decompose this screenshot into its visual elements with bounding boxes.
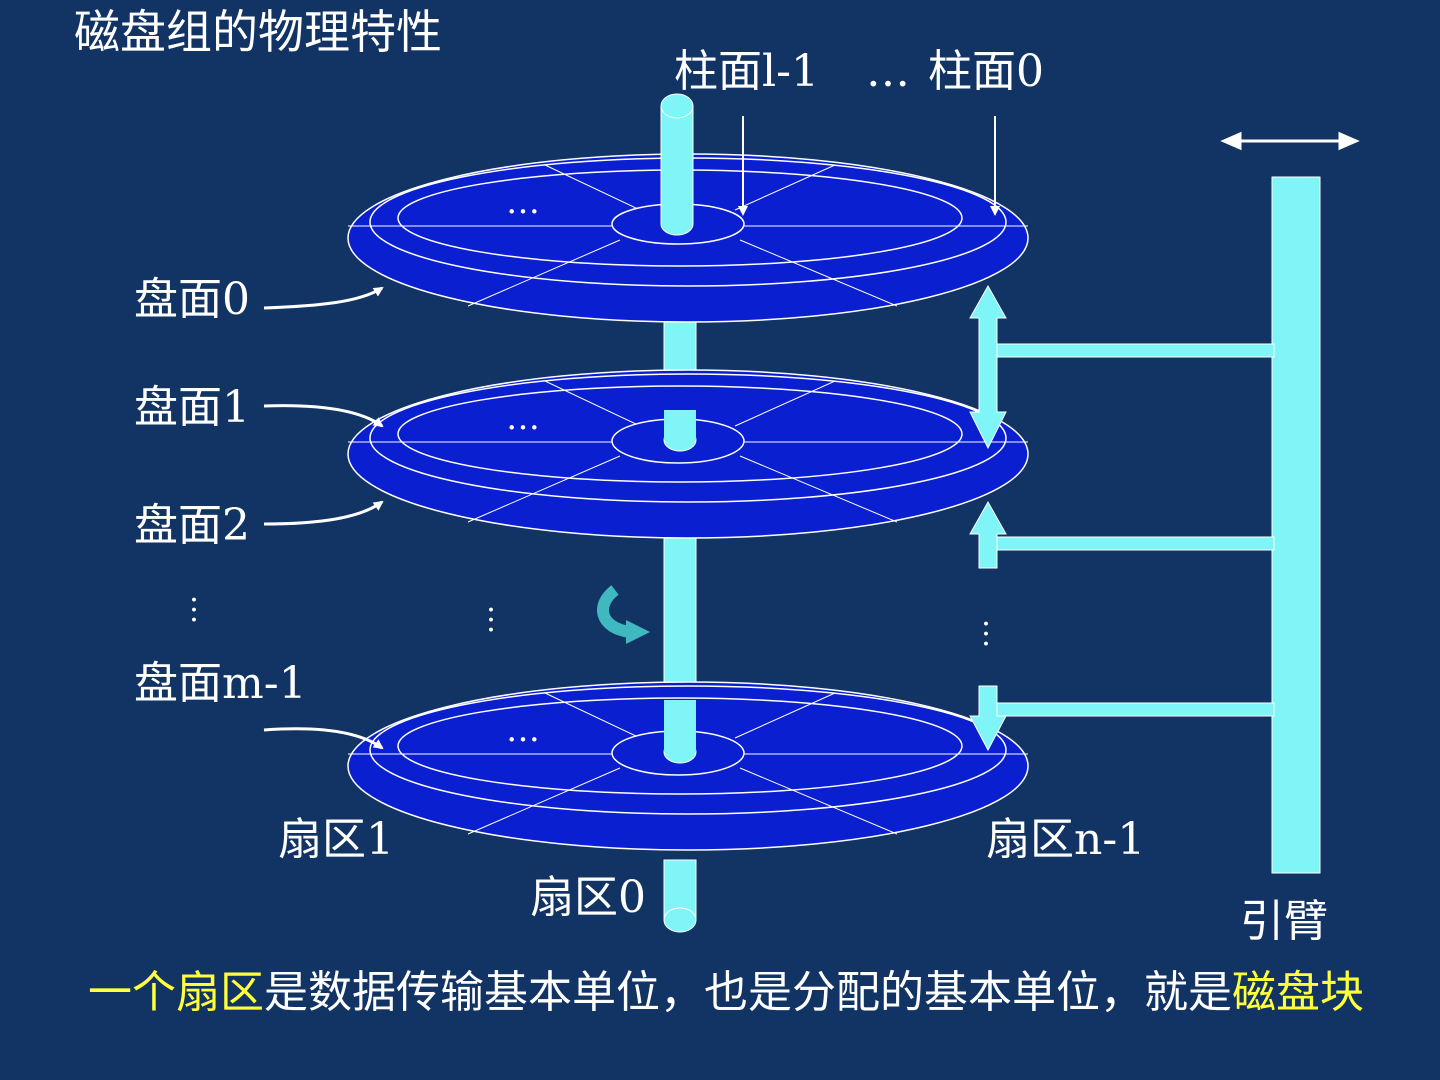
surface-0-label: 盘面0	[134, 274, 250, 325]
surface-m-1-label: 盘面m-1	[134, 658, 307, 709]
cylinder-0-label: 柱面0	[928, 46, 1044, 97]
surface-2-label: 盘面2	[134, 500, 250, 551]
platter-0	[347, 150, 1029, 323]
footer-highlight-sector: 一个扇区	[88, 967, 264, 1018]
arm-label: 引臂	[1240, 896, 1328, 947]
rotation-arrow-icon	[597, 585, 650, 644]
platter-0-dots: …	[506, 182, 540, 222]
head-vertical-dots: · · ·	[981, 607, 991, 662]
page-title: 磁盘组的物理特性	[74, 5, 442, 59]
footer-body: 是数据传输基本单位，也是分配的基本单位，就是	[264, 967, 1232, 1018]
sector-1-label: 扇区1	[278, 814, 394, 865]
arm-motion-arrow	[1220, 131, 1360, 151]
platter-m-1-dots: …	[506, 710, 540, 750]
sector-0-label: 扇区0	[530, 872, 646, 923]
platter-m-1	[347, 681, 1029, 851]
cylinder-l-1-label: 柱面l-1	[674, 46, 819, 97]
footer-note: 一个扇区是数据传输基本单位，也是分配的基本单位，就是磁盘块	[88, 966, 1398, 1020]
slide: 磁盘组的物理特性 柱面l-1 … 柱面0 … … … 盘面0 盘面1 盘面2 盘…	[0, 0, 1440, 1080]
surface-1-label: 盘面1	[134, 382, 250, 433]
sector-n-1-label: 扇区n-1	[986, 814, 1146, 865]
platter-1-dots: …	[506, 398, 540, 438]
cylinder-ellipsis: …	[866, 46, 910, 97]
platter-1	[347, 369, 1029, 539]
center-vertical-dots: · · ·	[486, 593, 496, 648]
surface-vertical-dots: · · ·	[189, 583, 199, 638]
footer-highlight-block: 磁盘块	[1232, 967, 1364, 1018]
